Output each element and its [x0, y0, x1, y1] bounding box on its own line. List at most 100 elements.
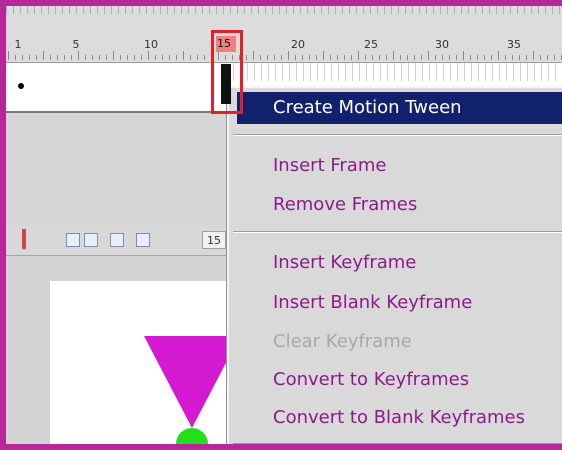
onion-skin-icon[interactable]	[84, 233, 98, 247]
menu-item-convert-to-keyframes[interactable]: Convert to Keyframes	[229, 364, 562, 396]
menu-item-clear-keyframe: Clear Keyframe	[273, 331, 412, 352]
menu-item-create-motion-tween[interactable]: Create Motion Tween	[237, 92, 562, 124]
ruler-tick	[309, 55, 310, 60]
ruler-tick	[421, 55, 422, 60]
ruler-tick	[162, 55, 163, 60]
ruler-tick	[302, 55, 303, 60]
ruler-tick	[267, 55, 268, 60]
ruler-tick	[176, 55, 177, 60]
keyframe-dot[interactable]	[18, 83, 24, 89]
ruler-tick	[435, 55, 436, 60]
ruler-top-ticks	[6, 6, 562, 14]
ruler-tick	[190, 55, 191, 60]
ruler-tick	[155, 55, 156, 60]
ruler-tick	[204, 55, 205, 60]
magenta-triangle-shape[interactable]	[144, 336, 240, 428]
ruler-tick	[344, 55, 345, 60]
ruler-tick	[407, 55, 408, 60]
ruler-tick	[351, 55, 352, 60]
green-ball-shape[interactable]	[176, 428, 208, 444]
ruler-tick	[442, 55, 443, 60]
context-menu: Create Motion Tween Insert Frame Remove …	[227, 86, 562, 444]
center-frame-icon[interactable]	[66, 233, 80, 247]
menu-separator	[233, 231, 562, 233]
ruler-tick	[141, 55, 142, 60]
ruler-tick	[428, 51, 429, 60]
ruler-tick	[64, 55, 65, 60]
ruler-tick	[43, 51, 44, 60]
ruler-tick	[484, 55, 485, 60]
ruler-tick	[148, 51, 149, 60]
ruler-tick	[519, 55, 520, 60]
ruler-tick	[505, 55, 506, 60]
ruler-tick	[78, 51, 79, 60]
ruler-tick	[379, 55, 380, 60]
playhead-marker-icon	[22, 229, 26, 249]
ruler-tick	[127, 55, 128, 60]
ruler-tick	[169, 55, 170, 60]
ruler-tick	[106, 55, 107, 60]
menu-separator	[233, 134, 562, 136]
menu-separator	[233, 443, 562, 444]
ruler-tick	[120, 55, 121, 60]
ruler-tick	[330, 55, 331, 60]
ruler-tick	[85, 55, 86, 60]
magenta-lower-triangle-shape[interactable]	[184, 446, 200, 450]
ruler-tick	[260, 55, 261, 60]
ruler-tick	[288, 51, 289, 60]
ruler-tick	[99, 55, 100, 60]
ruler-tick	[533, 51, 534, 60]
menu-item-remove-frames[interactable]: Remove Frames	[229, 189, 562, 221]
ruler-tick	[365, 55, 366, 60]
ruler-tick	[337, 55, 338, 60]
playhead-frame-number: 15	[217, 37, 231, 50]
ruler-tick	[113, 51, 114, 60]
timeline-ruler[interactable]: 1 5 10 20 25 30 35	[6, 6, 562, 63]
ruler-tick	[372, 55, 373, 60]
ruler-tick	[57, 55, 58, 60]
ruler-tick	[400, 55, 401, 60]
ruler-tick	[71, 55, 72, 60]
ruler-tick	[197, 55, 198, 60]
frame-cells[interactable]	[226, 63, 562, 81]
ruler-label: 1	[14, 38, 22, 51]
current-frame-field: 15	[202, 231, 226, 249]
menu-item-insert-keyframe[interactable]: Insert Keyframe	[229, 247, 562, 279]
edit-multiple-frames-icon[interactable]	[136, 233, 150, 247]
ruler-tick	[323, 51, 324, 60]
ruler-tick	[449, 55, 450, 60]
ruler-label: 10	[144, 38, 158, 51]
ruler-tick	[253, 51, 254, 60]
ruler-tick	[358, 51, 359, 60]
ruler-label: 30	[435, 38, 449, 51]
onion-skin-outlines-icon[interactable]	[110, 233, 124, 247]
menu-item-insert-frame[interactable]: Insert Frame	[229, 150, 562, 182]
ruler-tick	[8, 51, 9, 60]
menu-item-convert-to-blank-keyframes[interactable]: Convert to Blank Keyframes	[229, 402, 562, 434]
ruler-tick	[463, 51, 464, 60]
ruler-tick	[540, 55, 541, 60]
ruler-tick	[456, 55, 457, 60]
ruler-tick	[393, 51, 394, 60]
ruler-tick	[386, 55, 387, 60]
menu-item-insert-blank-keyframe[interactable]: Insert Blank Keyframe	[229, 287, 562, 319]
ruler-tick	[183, 51, 184, 60]
ruler-tick	[477, 55, 478, 60]
ruler-tick	[470, 55, 471, 60]
ruler-tick	[554, 55, 555, 60]
ruler-tick	[22, 55, 23, 60]
ruler-tick	[274, 55, 275, 60]
ruler-tick	[498, 51, 499, 60]
ruler-tick	[526, 55, 527, 60]
ruler-label: 35	[507, 38, 521, 51]
ruler-label: 5	[72, 38, 80, 51]
ruler-label: 25	[364, 38, 378, 51]
ruler-label: 20	[291, 38, 305, 51]
ruler-tick	[36, 55, 37, 60]
ruler-tick	[92, 55, 93, 60]
ruler-tick	[281, 55, 282, 60]
ruler-tick	[246, 55, 247, 60]
ruler-tick	[316, 55, 317, 60]
ruler-tick	[295, 55, 296, 60]
ruler-tick	[50, 55, 51, 60]
